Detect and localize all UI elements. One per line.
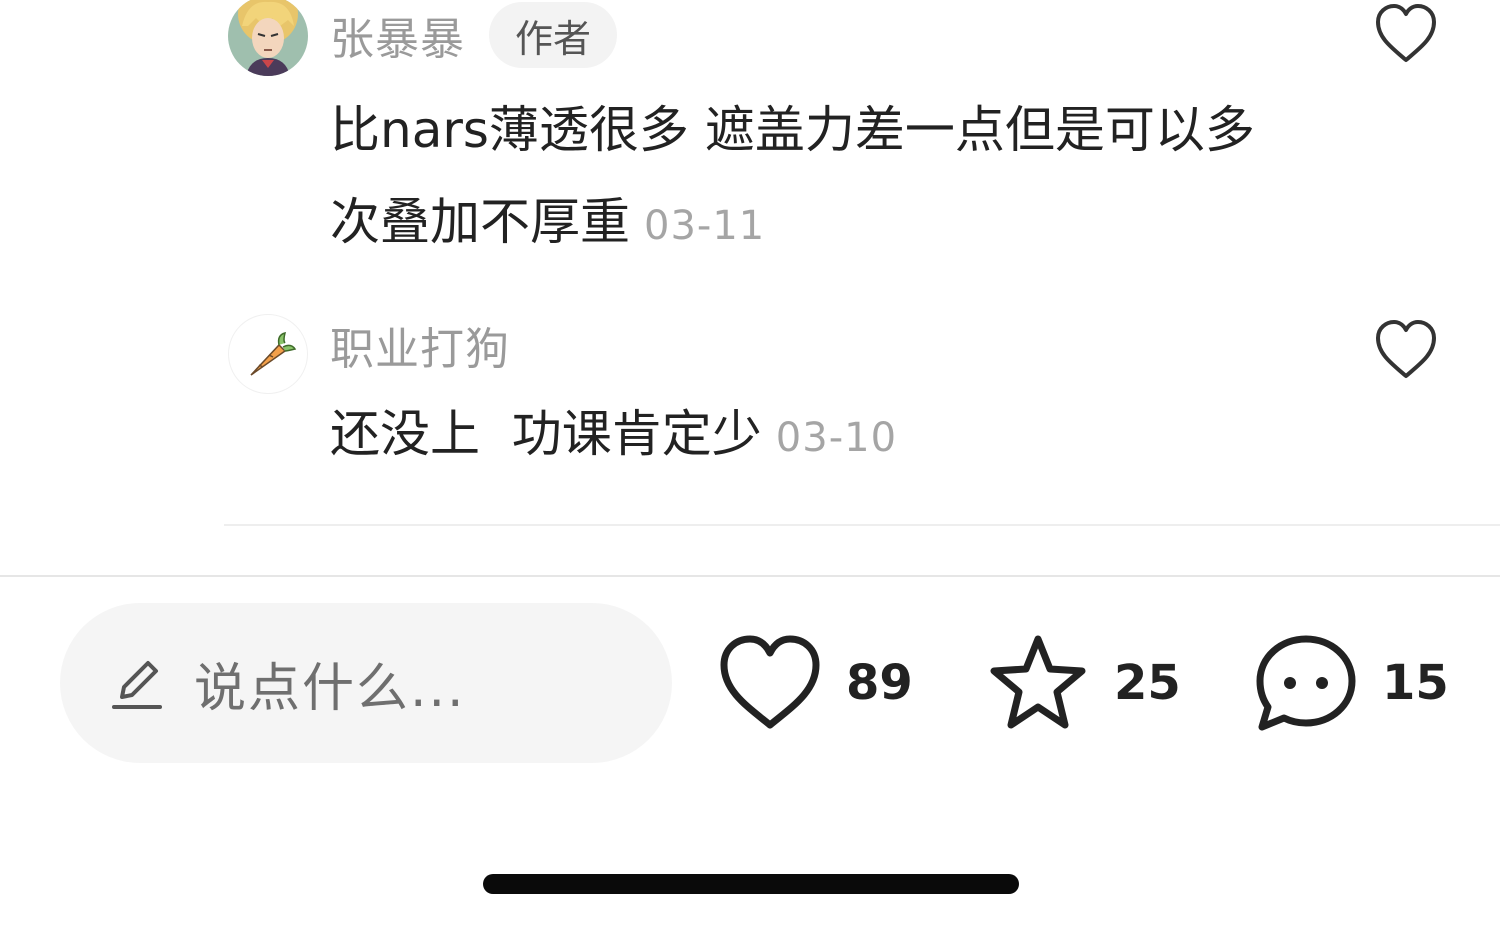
post-comments-page: 张暴暴 作者 比nars薄透很多 遮盖力差一点但是可以多次叠加不厚重 03-11 … <box>0 0 1500 927</box>
comment-divider <box>224 524 1500 526</box>
comment-like-button[interactable] <box>1372 316 1440 384</box>
star-icon <box>990 635 1086 729</box>
comment-date: 03-10 <box>775 415 898 461</box>
like-count: 89 <box>846 655 913 711</box>
like-button[interactable]: 89 <box>718 630 913 736</box>
pencil-icon <box>112 661 162 709</box>
heart-icon <box>1376 4 1436 62</box>
comment-username[interactable]: 张暴暴 <box>330 3 465 67</box>
comment-count: 15 <box>1382 655 1449 711</box>
carrot-icon <box>250 331 297 376</box>
comment-like-button[interactable] <box>1372 0 1440 68</box>
comment-input[interactable]: 说点什么... <box>60 603 672 763</box>
comment-item: 职业打狗 还没上 功课肯定少 03-10 <box>228 312 1500 492</box>
author-badge: 作者 <box>489 2 618 68</box>
comment-text: 还没上 功课肯定少 <box>330 405 762 463</box>
comment-body[interactable]: 还没上 功课肯定少 03-10 <box>330 388 1290 484</box>
heart-icon <box>720 635 820 729</box>
comment-date: 03-11 <box>644 203 766 249</box>
comment-header: 张暴暴 作者 <box>330 0 618 70</box>
avatar[interactable] <box>228 0 308 76</box>
comment-item: 张暴暴 作者 比nars薄透很多 遮盖力差一点但是可以多次叠加不厚重 03-11 <box>228 0 1500 280</box>
collect-button[interactable]: 25 <box>986 630 1181 736</box>
bottom-bar-divider <box>0 575 1500 577</box>
comment-header: 职业打狗 <box>330 312 510 378</box>
heart-icon <box>1376 320 1436 378</box>
avatar[interactable] <box>228 314 308 394</box>
comment-username[interactable]: 职业打狗 <box>330 313 510 377</box>
comment-text: 比nars薄透很多 遮盖力差一点但是可以多次叠加不厚重 <box>330 101 1255 251</box>
comment-body[interactable]: 比nars薄透很多 遮盖力差一点但是可以多次叠加不厚重 03-11 <box>330 84 1290 272</box>
collect-count: 25 <box>1114 655 1181 711</box>
comment-button[interactable]: 15 <box>1254 630 1449 736</box>
chat-bubble-icon <box>1256 635 1356 731</box>
avatar-image <box>228 0 308 76</box>
home-indicator[interactable] <box>483 874 1019 894</box>
comment-input-placeholder: 说点什么... <box>194 658 466 719</box>
